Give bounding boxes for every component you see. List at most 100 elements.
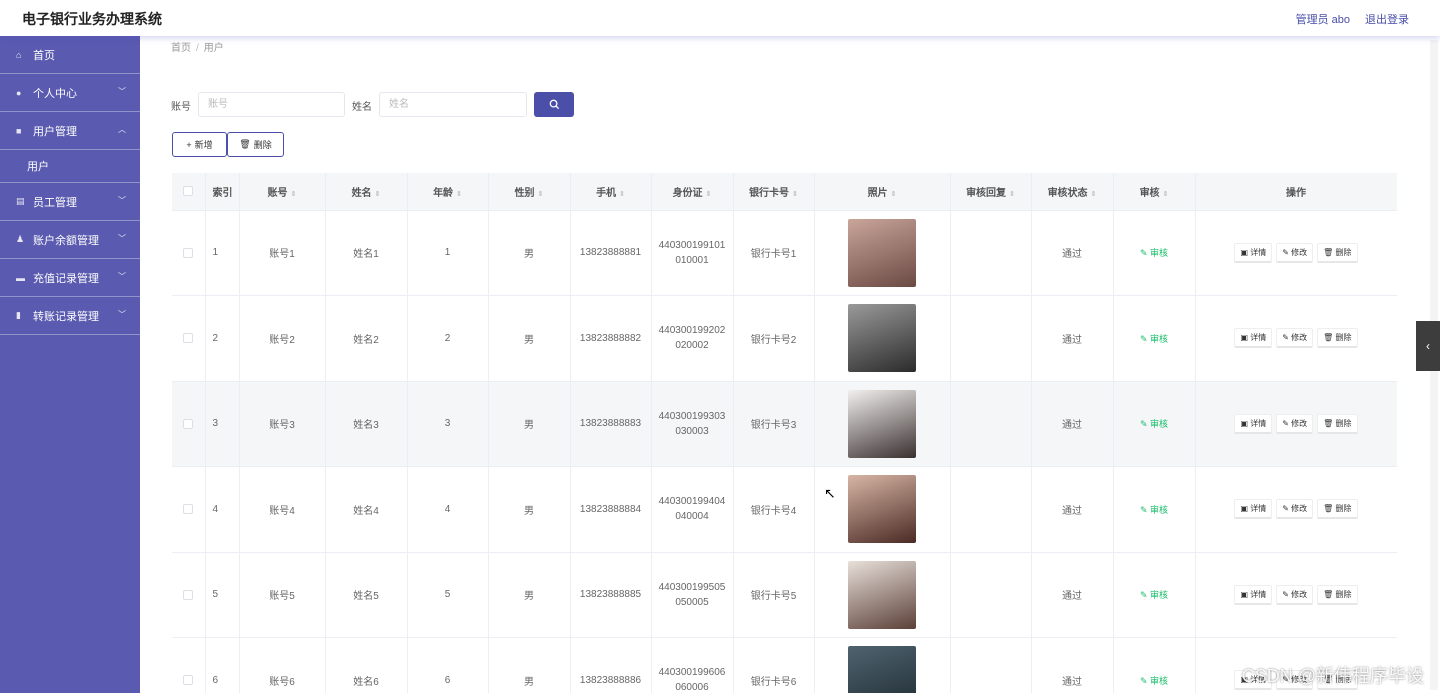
col-gender[interactable]: 性别 ⇕ [488, 173, 571, 211]
col-age[interactable]: 年龄 ⇕ [407, 173, 489, 211]
sidebar-item-label: 转账记录管理 [33, 310, 99, 323]
audit-link[interactable]: ✎ 审核 [1140, 334, 1168, 344]
edit-button[interactable]: ✎ 修改 [1276, 413, 1314, 434]
sidebar-item-user-management[interactable]: ■ 用户管理 ︿ [0, 112, 140, 150]
sidebar-item-balance[interactable]: ♟ 账户余额管理 ﹀ [0, 221, 140, 259]
cell-name: 姓名5 [325, 552, 408, 638]
col-account[interactable]: 账号 ⇕ [239, 173, 326, 211]
name-search-input[interactable] [379, 92, 527, 117]
sidebar-item-staff[interactable]: ▤ 员工管理 ﹀ [0, 183, 140, 221]
detail-button[interactable]: ▣ 详情 [1234, 328, 1273, 349]
col-label: 账号 [267, 187, 288, 199]
cell-status: 通过 [1031, 210, 1114, 296]
edit-icon: ✎ [1139, 248, 1151, 259]
breadcrumb-separator: / [196, 43, 199, 54]
cell-name: 姓名6 [325, 637, 408, 693]
cell-status: 通过 [1031, 637, 1114, 693]
cell-reply [950, 381, 1032, 467]
edit-icon: ✎ [1139, 333, 1151, 344]
audit-link[interactable]: ✎ 审核 [1140, 590, 1168, 600]
sidebar-item-profile[interactable]: ● 个人中心 ﹀ [0, 74, 140, 112]
sort-icon: ⇕ [1090, 190, 1097, 198]
col-bankcard[interactable]: 银行卡号 ⇕ [733, 173, 815, 211]
edit-button[interactable]: ✎ 修改 [1276, 242, 1314, 263]
sidebar-item-home[interactable]: ⌂ 首页 [0, 36, 140, 74]
table-row: 3 账号3 姓名3 3 男 13823888883 440300199303030003 银行… [172, 381, 1397, 467]
col-label: 审核回复 [966, 187, 1007, 199]
delete-button[interactable]: 🗑 删除 [1317, 242, 1358, 263]
row-checkbox[interactable] [172, 637, 206, 693]
delete-label: 删除 [1335, 418, 1352, 428]
cell-bankcard: 银行卡号6 [733, 637, 815, 693]
row-checkbox[interactable] [172, 552, 206, 638]
user-photo[interactable] [848, 646, 916, 693]
delete-button[interactable]: 🗑 删除 [1317, 584, 1358, 605]
add-button[interactable]: + 新增 [172, 132, 227, 157]
detail-button[interactable]: ▣ 详情 [1234, 413, 1273, 434]
idcard-text: 440300199404040004 [658, 496, 726, 523]
audit-link[interactable]: ✎ 审核 [1140, 419, 1168, 429]
add-button-label: 新增 [194, 140, 213, 150]
search-button[interactable] [534, 92, 574, 117]
sort-icon: ⇕ [1162, 190, 1169, 198]
sidebar-item-recharge[interactable]: ▬ 充值记录管理 ﹀ [0, 259, 140, 297]
user-photo[interactable] [848, 218, 916, 287]
col-idcard[interactable]: 身份证 ⇕ [651, 173, 734, 211]
delete-label: 删除 [1335, 589, 1352, 599]
bulk-delete-button[interactable]: 🗑 删除 [227, 132, 284, 157]
sidebar-item-label: 用户管理 [33, 125, 77, 138]
detail-button[interactable]: ▣ 详情 [1234, 499, 1273, 520]
delete-button[interactable]: 🗑 删除 [1317, 328, 1358, 349]
audit-link[interactable]: ✎ 审核 [1140, 505, 1168, 515]
sidebar-subitem-user[interactable]: 用户 [0, 150, 140, 183]
cell-photo [814, 466, 951, 553]
sidebar-item-transfer[interactable]: ▮ 转账记录管理 ﹀ [0, 297, 140, 335]
col-label: 审核状态 [1047, 187, 1088, 199]
col-name[interactable]: 姓名 ⇕ [325, 173, 408, 211]
audit-link[interactable]: ✎ 审核 [1140, 248, 1168, 258]
cell-photo [814, 552, 951, 638]
logout-link[interactable]: 退出登录 [1365, 11, 1409, 27]
detail-button[interactable]: ▣ 详情 [1234, 584, 1273, 605]
edit-button[interactable]: ✎ 修改 [1276, 499, 1314, 520]
edit-icon: ✎ [1139, 419, 1151, 430]
table-row: 4 账号4 姓名4 4 男 13823888884 440300199404040004 银行… [172, 466, 1397, 553]
detail-label: 详情 [1250, 333, 1267, 343]
trash-icon: 🗑 [1323, 333, 1336, 343]
cell-gender: 男 [488, 552, 571, 638]
edit-label: 修改 [1291, 418, 1308, 428]
user-photo[interactable] [848, 389, 916, 458]
col-audit[interactable]: 审核 ⇕ [1113, 173, 1196, 211]
col-photo[interactable]: 照片 ⇕ [814, 173, 951, 211]
cell-reply [950, 210, 1032, 296]
user-photo[interactable] [848, 560, 916, 629]
user-photo[interactable] [848, 475, 916, 544]
account-search-input[interactable] [198, 92, 345, 117]
audit-link[interactable]: ✎ 审核 [1140, 676, 1168, 686]
edit-button[interactable]: ✎ 修改 [1276, 584, 1314, 605]
cell-name: 姓名2 [325, 295, 408, 382]
chevron-left-icon: ‹ [1426, 339, 1430, 353]
row-checkbox[interactable] [172, 210, 206, 296]
sort-icon: ⇕ [456, 190, 462, 198]
edit-button[interactable]: ✎ 修改 [1276, 328, 1314, 349]
col-phone[interactable]: 手机 ⇕ [570, 173, 652, 211]
row-checkbox[interactable] [172, 381, 206, 467]
idcard-text: 440300199202020002 [658, 325, 726, 352]
row-checkbox[interactable] [172, 295, 206, 382]
chart-icon: ▮ [16, 310, 21, 320]
delete-button[interactable]: 🗑 删除 [1317, 499, 1358, 520]
detail-icon: ▣ [1240, 418, 1251, 428]
cell-operations: ▣ 详情 ✎ 修改 🗑 删除 [1195, 295, 1397, 382]
breadcrumb-home[interactable]: 首页 [171, 43, 191, 54]
side-panel-toggle[interactable]: ‹ [1416, 321, 1440, 371]
row-checkbox[interactable] [172, 466, 206, 553]
select-all-checkbox[interactable] [172, 173, 206, 211]
cell-bankcard: 银行卡号1 [733, 210, 815, 296]
col-status[interactable]: 审核状态 ⇕ [1031, 173, 1114, 211]
detail-label: 详情 [1250, 589, 1267, 599]
col-reply[interactable]: 审核回复 ⇕ [950, 173, 1032, 211]
user-photo[interactable] [848, 304, 916, 373]
delete-button[interactable]: 🗑 删除 [1317, 413, 1358, 434]
detail-button[interactable]: ▣ 详情 [1234, 242, 1273, 263]
